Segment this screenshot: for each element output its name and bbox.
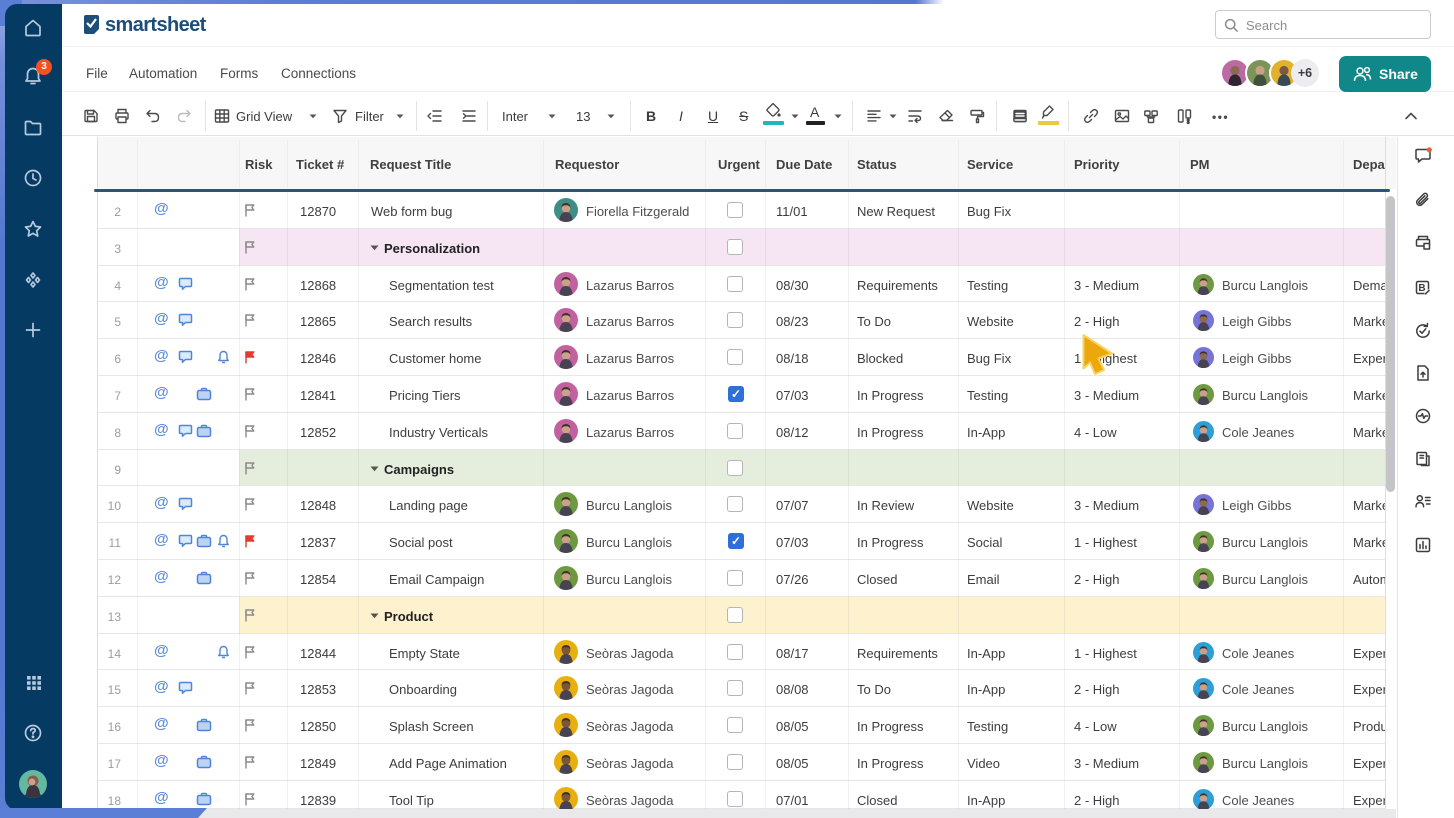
svg-text:B: B (1418, 283, 1425, 294)
